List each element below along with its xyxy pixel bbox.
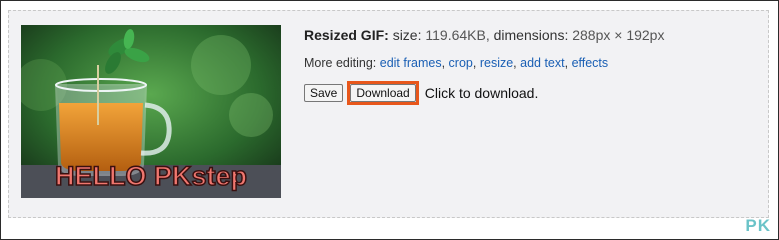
size-label: size: <box>392 27 422 43</box>
result-info: Resized GIF: size: 119.64KB, dimensions:… <box>304 27 754 105</box>
edit-frames-link[interactable]: edit frames <box>380 56 442 70</box>
add-text-link[interactable]: add text <box>520 56 564 70</box>
download-button[interactable]: Download <box>350 84 416 102</box>
dimensions-value: 288px × 192px <box>572 27 665 43</box>
watermark-logo: PK <box>745 216 771 235</box>
effects-link[interactable]: effects <box>572 56 609 70</box>
more-editing-label: More editing: <box>304 56 377 70</box>
download-highlight: Download <box>347 81 419 105</box>
action-row: Save Download Click to download. <box>304 81 754 105</box>
save-button[interactable]: Save <box>304 84 344 102</box>
dimensions-label: dimensions: <box>493 27 569 43</box>
more-editing-row: More editing: edit frames, crop, resize,… <box>304 56 609 70</box>
download-hint: Click to download. <box>424 85 539 101</box>
gif-preview-image: HELLO PKstep <box>21 25 281 198</box>
crop-link[interactable]: crop <box>449 56 473 70</box>
resize-link[interactable]: resize <box>480 56 513 70</box>
result-title: Resized GIF: <box>304 27 389 43</box>
result-summary: Resized GIF: size: 119.64KB, dimensions:… <box>304 27 665 43</box>
size-value: 119.64KB <box>425 27 486 43</box>
image-caption-text: HELLO PKstep <box>55 161 247 191</box>
